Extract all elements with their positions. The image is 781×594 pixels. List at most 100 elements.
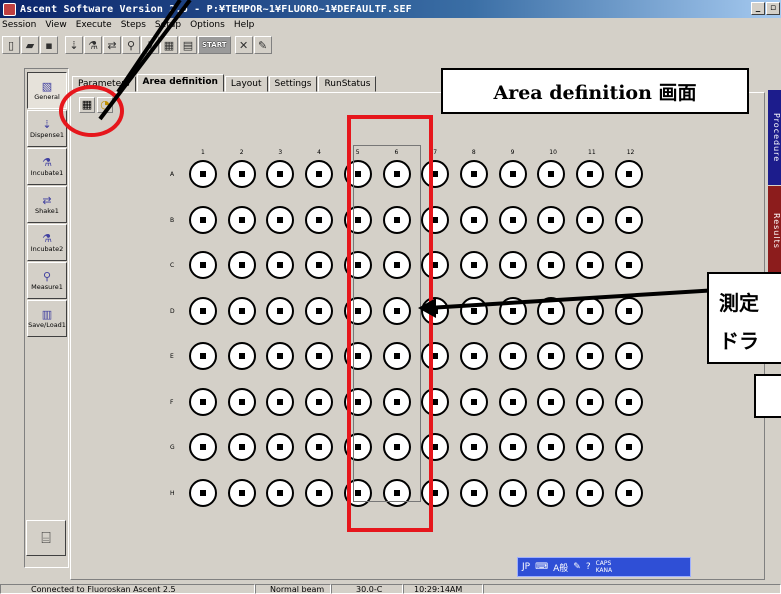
measure-tool-button[interactable]: ⚲ [122, 36, 140, 54]
row-label[interactable]: F [170, 399, 173, 406]
plate-well[interactable] [576, 478, 604, 507]
plate-well[interactable] [614, 387, 643, 416]
plate-well[interactable] [459, 160, 488, 188]
plate-well[interactable] [614, 342, 643, 370]
side-tab-procedure[interactable]: Procedure [768, 90, 781, 185]
new-file-button[interactable]: ▯ [2, 36, 20, 54]
menu-options[interactable]: Options [190, 20, 225, 30]
column-label[interactable]: 11 [588, 149, 596, 156]
cylinder-button[interactable]: ⌸ [26, 520, 66, 556]
dispense-tool-button[interactable]: ⇣ [65, 36, 83, 54]
ime-tool-icon[interactable]: ✎ [573, 562, 581, 572]
menu-setup[interactable]: Setup [155, 20, 181, 30]
step-measure1[interactable]: ⚲ Measure1 [27, 262, 67, 299]
plate-well[interactable] [189, 160, 217, 188]
plate-well[interactable] [576, 205, 604, 234]
row-label[interactable]: E [170, 353, 174, 360]
plate-well[interactable] [614, 205, 643, 234]
plate-well[interactable] [614, 296, 643, 325]
calculator-tool-button[interactable]: ▦ [160, 36, 178, 54]
plate-well[interactable] [227, 478, 256, 507]
minimize-button[interactable]: _ [751, 2, 765, 15]
plate-well[interactable] [266, 296, 295, 325]
plate-well[interactable] [498, 296, 527, 325]
incubate-tool-button[interactable]: ⚗ [84, 36, 102, 54]
plate-well[interactable] [498, 205, 527, 234]
plate-well[interactable] [227, 160, 256, 188]
step-incubate2[interactable]: ⚗ Incubate2 [27, 224, 67, 261]
plate-well[interactable] [305, 478, 334, 507]
row-label[interactable]: C [170, 262, 174, 269]
plate-well[interactable] [459, 296, 488, 325]
plate-well[interactable] [266, 205, 295, 234]
plate-well[interactable] [459, 387, 488, 416]
plate-well[interactable] [614, 251, 643, 279]
ime-toolbar[interactable]: JP ⌨ A般 ✎ ? CAPS KANA [517, 557, 691, 577]
plate-well[interactable] [614, 478, 643, 507]
row-label[interactable]: H [170, 490, 175, 497]
plate-well[interactable] [537, 296, 566, 325]
plate-tool-button[interactable]: ▤ [179, 36, 197, 54]
plate-well[interactable] [227, 251, 256, 279]
plate-well[interactable] [498, 160, 527, 188]
plate-well[interactable] [498, 251, 527, 279]
plate-well[interactable] [189, 251, 217, 279]
column-label[interactable]: 9 [511, 149, 515, 156]
ime-lang[interactable]: JP [522, 562, 530, 572]
plate-well[interactable] [576, 251, 604, 279]
plate-well[interactable] [537, 478, 566, 507]
plate-well[interactable] [266, 478, 295, 507]
plate-well[interactable] [537, 387, 566, 416]
plate-well[interactable] [189, 296, 217, 325]
plate-well[interactable] [459, 478, 488, 507]
plate-well[interactable] [189, 478, 217, 507]
row-label[interactable]: B [170, 217, 174, 224]
tab-area-definition[interactable]: Area definition [136, 74, 224, 92]
plate-well[interactable] [459, 342, 488, 370]
flask-tool-button[interactable]: ⚱ [141, 36, 159, 54]
plate-well[interactable] [189, 433, 217, 461]
plate-well[interactable] [537, 205, 566, 234]
save-disk-button[interactable]: ▪ [40, 36, 58, 54]
restore-button[interactable]: ▫ [766, 2, 780, 15]
plate-well[interactable] [305, 205, 334, 234]
plate-well[interactable] [614, 433, 643, 461]
tab-settings[interactable]: Settings [268, 76, 318, 92]
plate-well[interactable] [614, 160, 643, 188]
column-label[interactable]: 10 [549, 149, 557, 156]
column-label[interactable]: 8 [472, 149, 476, 156]
tool-button[interactable]: ✎ [253, 36, 272, 54]
plate-well[interactable] [305, 251, 334, 279]
plate-well[interactable] [189, 205, 217, 234]
column-label[interactable]: 4 [317, 149, 321, 156]
help-icon[interactable]: ? [586, 562, 591, 572]
menu-view[interactable]: View [45, 20, 66, 30]
plate-well[interactable] [227, 342, 256, 370]
plate-well[interactable] [305, 387, 334, 416]
app-icon[interactable] [3, 2, 16, 16]
start-button[interactable]: START [198, 36, 231, 54]
plate-well[interactable] [305, 296, 334, 325]
open-folder-button[interactable]: ▰ [21, 36, 39, 54]
plate-well[interactable] [227, 387, 256, 416]
plate-well[interactable] [189, 342, 217, 370]
plate-well[interactable] [576, 296, 604, 325]
plate-well[interactable] [305, 342, 334, 370]
plate-well[interactable] [498, 433, 527, 461]
column-label[interactable]: 3 [278, 149, 282, 156]
plate-well[interactable] [305, 160, 334, 188]
plate-well[interactable] [576, 387, 604, 416]
plate-well[interactable] [576, 160, 604, 188]
plate-well[interactable] [459, 433, 488, 461]
step-shake1[interactable]: ⇄ Shake1 [27, 186, 67, 223]
plate-well[interactable] [266, 387, 295, 416]
plate-well[interactable] [576, 433, 604, 461]
plate-well[interactable] [498, 387, 527, 416]
row-label[interactable]: G [170, 444, 175, 451]
plate-well[interactable] [305, 433, 334, 461]
plate-well[interactable] [227, 205, 256, 234]
ime-mode[interactable]: A般 [553, 561, 568, 574]
column-label[interactable]: 2 [240, 149, 244, 156]
stop-tool-button[interactable]: ✕ [234, 36, 253, 54]
step-saveload1[interactable]: ▥ Save/Load1 [27, 300, 67, 337]
